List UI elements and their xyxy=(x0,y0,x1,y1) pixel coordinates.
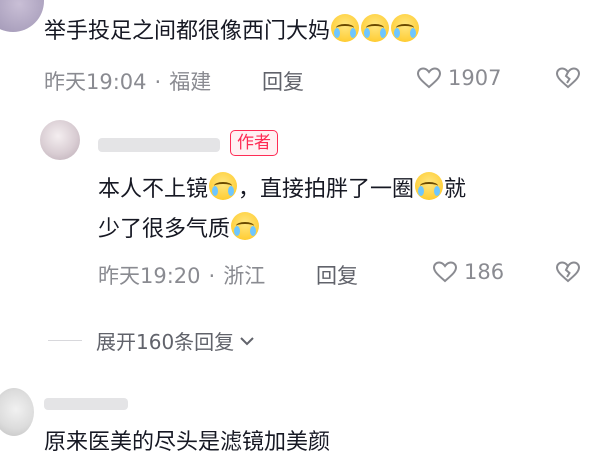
crying-laughing-emoji xyxy=(415,172,444,200)
reply-text-line-1: 本人不上镜 ，直接拍胖了一圈就 xyxy=(98,172,466,205)
reply-time: 昨天19:20 xyxy=(98,264,201,288)
expand-replies-label: 展开160条回复 xyxy=(96,330,235,354)
like-count: 1907 xyxy=(448,66,502,90)
avatar[interactable] xyxy=(0,388,34,436)
divider xyxy=(48,340,82,341)
heart-outline-icon xyxy=(416,67,442,89)
comment-text: 举手投足之间都很像西门大妈 xyxy=(44,14,420,47)
comment-meta: 昨天19:04 · 福建 xyxy=(44,70,212,94)
avatar[interactable] xyxy=(0,0,44,32)
broken-heart-icon xyxy=(555,261,581,283)
dislike-button[interactable] xyxy=(555,66,581,94)
expand-replies-button[interactable]: 展开160条回复 xyxy=(96,326,256,355)
reply-text-line-2: 少了很多气质 xyxy=(98,212,260,245)
like-button[interactable]: 186 xyxy=(432,260,504,284)
crying-laughing-emoji xyxy=(209,172,238,200)
heart-outline-icon xyxy=(432,261,458,283)
broken-heart-icon xyxy=(555,67,581,89)
author-badge: 作者 xyxy=(230,130,278,156)
pleading-emoji xyxy=(231,212,260,240)
chevron-down-icon xyxy=(240,336,254,345)
crying-laughing-emoji xyxy=(331,14,360,42)
reply-meta: 昨天19:20 · 浙江 xyxy=(98,264,266,288)
reply-button[interactable]: 回复 xyxy=(262,66,304,96)
blurred-username xyxy=(44,398,128,410)
reply-button[interactable]: 回复 xyxy=(316,260,358,290)
like-count: 186 xyxy=(464,260,505,284)
crying-laughing-emoji xyxy=(361,14,390,42)
comment-text: 原来医美的尽头是滤镜加美颜 xyxy=(44,430,331,455)
reply-location: 浙江 xyxy=(223,264,266,288)
dislike-button[interactable] xyxy=(555,260,581,288)
reply-avatar[interactable] xyxy=(40,120,80,160)
comment-time: 昨天19:04 xyxy=(44,70,147,94)
like-button[interactable]: 1907 xyxy=(416,66,501,90)
blurred-username xyxy=(98,138,220,152)
comment-location: 福建 xyxy=(169,70,212,94)
crying-laughing-emoji xyxy=(391,14,420,42)
